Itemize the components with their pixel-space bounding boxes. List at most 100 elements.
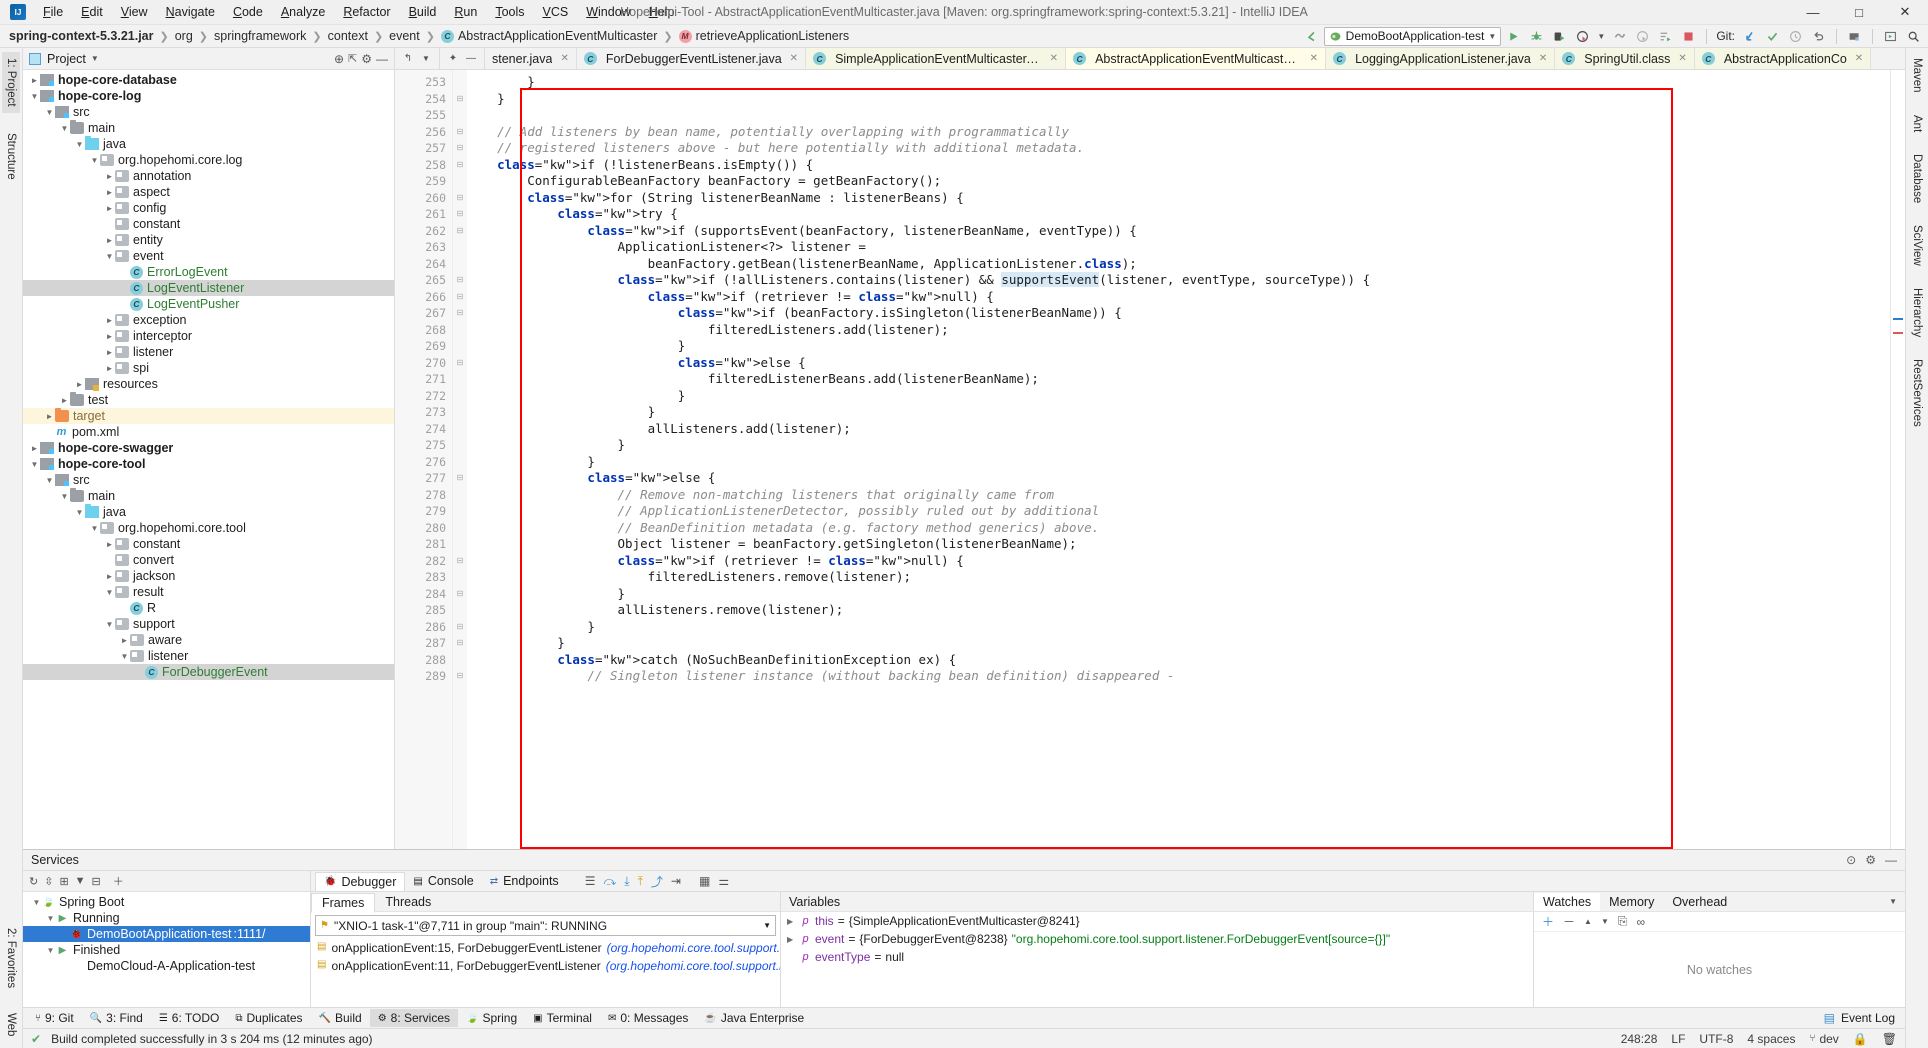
debug-icon[interactable]	[1526, 26, 1547, 46]
project-tree-item[interactable]: ► hope-core-swagger	[23, 440, 394, 456]
chevron-down-icon[interactable]: ▼	[1595, 26, 1607, 46]
collapse-arrow-icon[interactable]: ►	[104, 236, 115, 245]
project-tree-item[interactable]: ► exception	[23, 312, 394, 328]
tool-window-button-terminal[interactable]: ▣ Terminal	[525, 1009, 600, 1027]
event-log-label[interactable]: Event Log	[1841, 1011, 1895, 1025]
project-tree-item[interactable]: ► entity	[23, 232, 394, 248]
project-tree-item[interactable]: ► config	[23, 200, 394, 216]
project-tree-item[interactable]: ► aspect	[23, 184, 394, 200]
editor-tab-4[interactable]: C LoggingApplicationListener.java ✕	[1326, 48, 1556, 69]
stop-icon[interactable]	[1678, 26, 1699, 46]
project-tree-item[interactable]: C ErrorLogEvent	[23, 264, 394, 280]
tool-window-button-git[interactable]: ⑂ 9: Git	[27, 1009, 82, 1027]
step-over-icon[interactable]: ⤼	[603, 874, 616, 889]
indent-setting[interactable]: 4 spaces	[1747, 1032, 1795, 1046]
project-tree-item[interactable]: C LogEventListener	[23, 280, 394, 296]
expand-arrow-icon[interactable]: ▼	[89, 156, 100, 165]
project-tree-item[interactable]: ▼ main	[23, 120, 394, 136]
expand-arrow-icon[interactable]: ▼	[74, 508, 85, 517]
fold-marker-icon[interactable]: ⊟	[453, 157, 467, 174]
tool-window-button-services[interactable]: ⚙ 8: Services	[369, 1009, 459, 1027]
menu-item-view[interactable]: View	[112, 2, 157, 22]
minimize-button[interactable]: —	[1790, 0, 1836, 24]
collapse-arrow-icon[interactable]: ►	[59, 396, 70, 405]
rail-tab-web[interactable]: Web	[2, 1007, 20, 1042]
rail-tab-database[interactable]: Database	[1908, 148, 1926, 209]
tool-window-button-find[interactable]: 🔍 3: Find	[82, 1009, 151, 1027]
collapse-arrow-icon[interactable]: ►	[104, 540, 115, 549]
encoding[interactable]: UTF-8	[1699, 1032, 1733, 1046]
collapse-arrow-icon[interactable]: ►	[104, 204, 115, 213]
project-tree-item[interactable]: ▼ java	[23, 504, 394, 520]
step-out-icon[interactable]: ⤴	[651, 873, 663, 890]
close-icon[interactable]: ✕	[1539, 53, 1547, 64]
fold-marker-icon[interactable]: ⊟	[453, 206, 467, 223]
editor-tab-1[interactable]: C ForDebuggerEventListener.java ✕	[576, 48, 807, 69]
gear-icon[interactable]: ⚙	[1865, 853, 1876, 867]
menu-item-analyze[interactable]: Analyze	[272, 2, 334, 22]
collapse-arrow-icon[interactable]: ►	[104, 572, 115, 581]
variable-row[interactable]: ▶ p event = {ForDebuggerEvent@8238} "org.h…	[781, 930, 1533, 948]
chevron-down-icon[interactable]: ▼	[1889, 897, 1905, 906]
project-tree-item[interactable]: C ForDebuggerEvent	[23, 664, 394, 680]
project-tree-item[interactable]: ► interceptor	[23, 328, 394, 344]
fold-marker-icon[interactable]: ⊟	[453, 586, 467, 603]
remove-watch-icon[interactable]: －	[1563, 913, 1575, 930]
close-icon[interactable]: ✕	[1855, 53, 1863, 64]
tab-frames[interactable]: Frames	[311, 892, 376, 913]
run-to-cursor-icon[interactable]: ⇥	[671, 874, 681, 888]
project-tree-item[interactable]: ► listener	[23, 344, 394, 360]
project-tree-item[interactable]: ► annotation	[23, 168, 394, 184]
project-tree-item[interactable]: CR	[23, 600, 394, 616]
project-tree-item[interactable]: ▼ java	[23, 136, 394, 152]
tool-window-button-todo[interactable]: ☰ 6: TODO	[151, 1009, 228, 1027]
evaluate-icon[interactable]: ▦	[699, 874, 710, 888]
tab-endpoints[interactable]: ⇄ Endpoints	[482, 872, 567, 890]
project-structure-icon[interactable]	[1844, 26, 1865, 46]
project-tree-item[interactable]: ▼ src	[23, 104, 394, 120]
expand-arrow-icon[interactable]: ▼	[31, 898, 42, 907]
move-down-icon[interactable]: ▼	[1601, 917, 1609, 926]
close-icon[interactable]: ✕	[1050, 53, 1058, 64]
locate-icon[interactable]: ⊕	[334, 52, 344, 66]
project-tree-item[interactable]: ▼ result	[23, 584, 394, 600]
project-tree-item[interactable]: ► target	[23, 408, 394, 424]
collapse-arrow-icon[interactable]: ►	[29, 76, 40, 85]
attach-icon[interactable]	[1609, 26, 1630, 46]
fold-marker-icon[interactable]: ⊟	[453, 553, 467, 570]
collapse-arrow-icon[interactable]: ►	[104, 332, 115, 341]
variable-row[interactable]: p eventType = null	[781, 948, 1533, 966]
editor-tab-3[interactable]: C AbstractApplicationEventMulticaster.jav…	[1066, 48, 1327, 69]
chevron-down-icon[interactable]: ▼	[91, 54, 99, 63]
line-separator[interactable]: LF	[1671, 1032, 1685, 1046]
close-icon[interactable]: ✕	[1310, 53, 1318, 64]
search-everywhere-icon[interactable]	[1903, 26, 1924, 46]
project-tree-item[interactable]: m pom.xml	[23, 424, 394, 440]
project-tree-item[interactable]: ► spi	[23, 360, 394, 376]
commit-icon[interactable]	[1762, 26, 1783, 46]
add-watch-icon[interactable]: ＋	[1542, 913, 1554, 930]
filter-icon[interactable]: ▼	[75, 875, 86, 887]
menu-item-help[interactable]: Help	[640, 2, 684, 22]
fold-marker-icon[interactable]: ⊟	[453, 223, 467, 240]
project-tree-item[interactable]: ► resources	[23, 376, 394, 392]
close-icon[interactable]: ✕	[560, 53, 568, 64]
fold-marker-icon[interactable]: ⊟	[453, 272, 467, 289]
rail-tab-ant[interactable]: Ant	[1908, 109, 1926, 138]
services-tree-item[interactable]: ▼ 🍃 Spring Boot	[23, 894, 310, 910]
menu-item-tools[interactable]: Tools	[486, 2, 533, 22]
menu-item-navigate[interactable]: Navigate	[157, 2, 224, 22]
breadcrumb-item-1[interactable]: org	[172, 28, 196, 44]
project-tree-item[interactable]: ▼ hope-core-tool	[23, 456, 394, 472]
menu-item-window[interactable]: Window	[577, 2, 639, 22]
menu-item-refactor[interactable]: Refactor	[334, 2, 399, 22]
breadcrumb-item-6[interactable]: MretrieveApplicationListeners	[676, 28, 853, 44]
tab-debugger[interactable]: 🐞 Debugger	[315, 871, 406, 891]
link-icon[interactable]: ∞	[1636, 915, 1645, 929]
menu-item-edit[interactable]: Edit	[72, 2, 112, 22]
expand-arrow-icon[interactable]: ▼	[29, 92, 40, 101]
move-up-icon[interactable]: ▲	[1584, 917, 1592, 926]
project-tree-item[interactable]: ▼ event	[23, 248, 394, 264]
expand-arrow-icon[interactable]: ▼	[104, 620, 115, 629]
project-tree-item[interactable]: ► constant	[23, 536, 394, 552]
